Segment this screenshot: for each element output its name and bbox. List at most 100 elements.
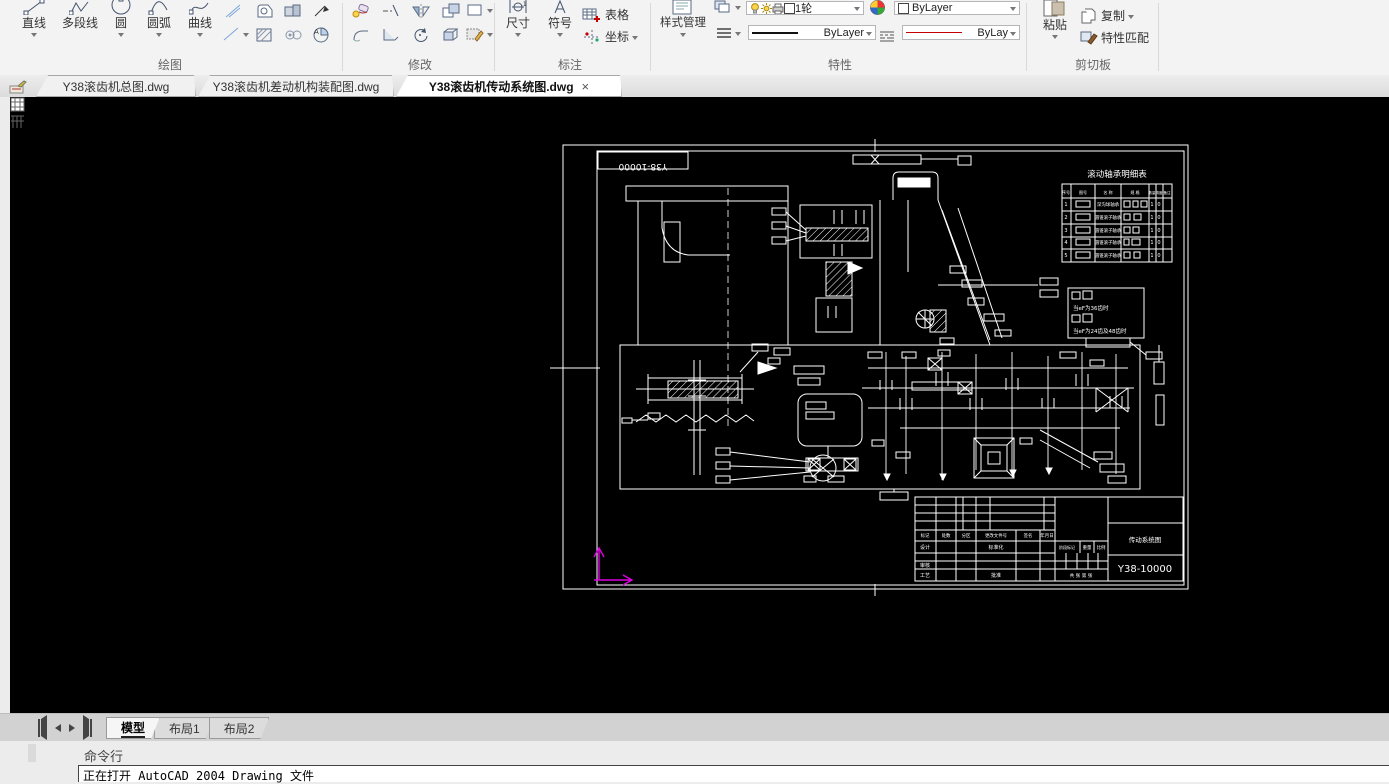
lineweight-settings-button[interactable] [716, 27, 741, 39]
dimension-label: 尺寸 [505, 16, 530, 30]
svg-text:签名: 签名 [1024, 532, 1033, 539]
boundary-icon[interactable] [282, 2, 304, 20]
command-scrollbar[interactable] [28, 744, 36, 762]
chevron-down-icon[interactable] [866, 31, 872, 36]
chevron-down-icon[interactable] [1128, 14, 1135, 19]
tab-y38-general-drawing[interactable]: Y38滚齿机总图.dwg [36, 75, 196, 97]
close-icon[interactable]: × [582, 79, 590, 94]
layout1-tab-label: 布局1 [169, 721, 200, 736]
previous-layout-icon[interactable] [55, 724, 61, 732]
spline-label: 曲线 [187, 16, 212, 30]
polyline-icon [69, 0, 91, 15]
drawing-set-icon[interactable] [8, 97, 28, 112]
tab-y38-transmission-system[interactable]: Y38滚齿机传动系统图.dwg × [396, 75, 622, 97]
svg-text:更改文件号: 更改文件号 [985, 532, 1008, 539]
style-manager-button[interactable]: 样式管理 [656, 0, 710, 52]
sheet-list-icon[interactable] [8, 114, 28, 129]
circle-button[interactable]: 圆 [106, 0, 136, 52]
next-layout-icon[interactable] [69, 724, 75, 732]
tab-model[interactable]: 模型 [106, 717, 160, 739]
chevron-down-icon[interactable] [680, 33, 686, 37]
chevron-down-icon[interactable] [1052, 35, 1058, 39]
coordinate-button[interactable]: 坐标 [582, 28, 639, 45]
svg-text:A: A [314, 28, 319, 36]
command-history-line[interactable]: 正在打开 AutoCAD 2004 Drawing 文件 [78, 765, 1389, 783]
svg-text:5: 5 [1064, 253, 1067, 259]
linetype-settings-icon[interactable] [878, 27, 896, 45]
layer-dropdown[interactable]: 1轮 [746, 1, 864, 15]
arc-button[interactable]: 圆弧 [140, 0, 178, 52]
ribbon: 直线 多段线 圆 圆弧 曲线 A 绘图 修改 .1 尺寸 符号 表格 坐标 标注… [0, 0, 1389, 76]
spline-button[interactable]: 曲线 [182, 0, 218, 52]
standardize-label: 标准化 [988, 544, 1003, 551]
hatch-edit-button[interactable] [466, 26, 493, 42]
wipeout-icon[interactable]: A [310, 26, 332, 44]
tab-layout1[interactable]: 布局1 [154, 717, 215, 739]
rotate-icon[interactable] [410, 26, 432, 44]
region-icon[interactable] [254, 2, 276, 20]
copy-object-icon[interactable] [440, 2, 462, 20]
linetype-dropdown[interactable]: ByLay [902, 25, 1020, 40]
erase-icon[interactable] [350, 2, 372, 20]
3d-move-icon[interactable] [440, 26, 462, 44]
point-icon[interactable] [310, 2, 332, 20]
tab-label: Y38滚齿机传动系统图.dwg [428, 79, 574, 94]
line-button[interactable]: 直线 [16, 0, 52, 52]
chevron-down-icon[interactable] [515, 33, 521, 37]
chevron-down-icon[interactable] [197, 33, 203, 37]
sheet-corner-number: Y38-10000 [618, 161, 668, 171]
chevron-down-icon[interactable] [31, 33, 37, 37]
sheets-label: 共 张 第 张 [1070, 572, 1093, 579]
chevron-down-icon[interactable] [118, 33, 124, 37]
tab-layout2[interactable]: 布局2 [209, 717, 270, 739]
lineweight-preview [752, 31, 798, 34]
ray-icon[interactable] [222, 2, 244, 20]
color-dropdown[interactable]: ByLayer [894, 1, 1020, 15]
table-button[interactable]: 表格 [582, 6, 629, 23]
chevron-down-icon[interactable] [854, 7, 860, 11]
symbol-button[interactable]: 符号 [544, 0, 576, 52]
dimension-button[interactable]: .1 尺寸 [502, 0, 534, 52]
color-wheel-icon[interactable] [866, 0, 888, 15]
chevron-down-icon[interactable] [1010, 31, 1016, 36]
block-icon[interactable] [282, 26, 304, 44]
chamfer-icon[interactable] [380, 26, 402, 44]
fillet-icon[interactable] [350, 26, 372, 44]
tab-y38-differential-assembly[interactable]: Y38滚齿机差动机构装配图.dwg [198, 75, 394, 97]
layer-properties-button[interactable] [714, 0, 741, 13]
arc-icon [148, 0, 170, 15]
copy-button[interactable]: 复制 [1080, 7, 1135, 24]
chevron-down-icon[interactable] [632, 35, 639, 40]
drawing-number: Y38-10000 [1117, 564, 1172, 575]
polyline-button[interactable]: 多段线 [56, 0, 104, 52]
hatch-icon[interactable] [254, 26, 276, 44]
mirror-icon[interactable] [410, 2, 432, 20]
rectangle-tool-button[interactable] [466, 2, 493, 18]
match-properties-button[interactable]: 特性匹配 [1080, 29, 1149, 46]
tab-label: Y38滚齿机总图.dwg [62, 79, 170, 94]
linetype-value: ByLay [977, 26, 1008, 39]
construction-line-button[interactable] [222, 26, 249, 42]
sun-icon [761, 2, 772, 14]
chevron-down-icon[interactable] [156, 33, 162, 37]
design-label: 设计 [920, 544, 930, 551]
clipboard-panel-label: 剪切板 [1074, 58, 1111, 72]
table-label: 表格 [605, 8, 630, 22]
svg-text:0: 0 [1157, 215, 1160, 221]
last-layout-icon[interactable] [83, 715, 92, 740]
polyline-label: 多段线 [61, 16, 98, 30]
current-color-swatch [898, 2, 909, 14]
edit-sheet-icon[interactable] [8, 80, 28, 95]
lineweight-dropdown[interactable]: ByLayer [748, 25, 876, 40]
document-tabbar: Y38滚齿机总图.dwg Y38滚齿机差动机构装配图.dwg Y38滚齿机传动系… [0, 75, 1389, 97]
paste-button[interactable]: 粘贴 [1036, 0, 1074, 52]
note-line-2: 当eF为24齿及48齿时 [1073, 327, 1127, 335]
chevron-down-icon[interactable] [1010, 7, 1016, 11]
chevron-down-icon[interactable] [557, 33, 563, 37]
arc-label: 圆弧 [146, 16, 171, 30]
first-layout-icon[interactable] [38, 715, 47, 740]
svg-text:0: 0 [1157, 240, 1160, 246]
break-icon[interactable] [380, 2, 402, 20]
drawing-canvas[interactable]: Y38-10000 滚动轴承明细表 序号 图号 名 称 规 格 数量 精度 备注… [10, 97, 1389, 713]
svg-text:1: 1 [1150, 253, 1153, 259]
